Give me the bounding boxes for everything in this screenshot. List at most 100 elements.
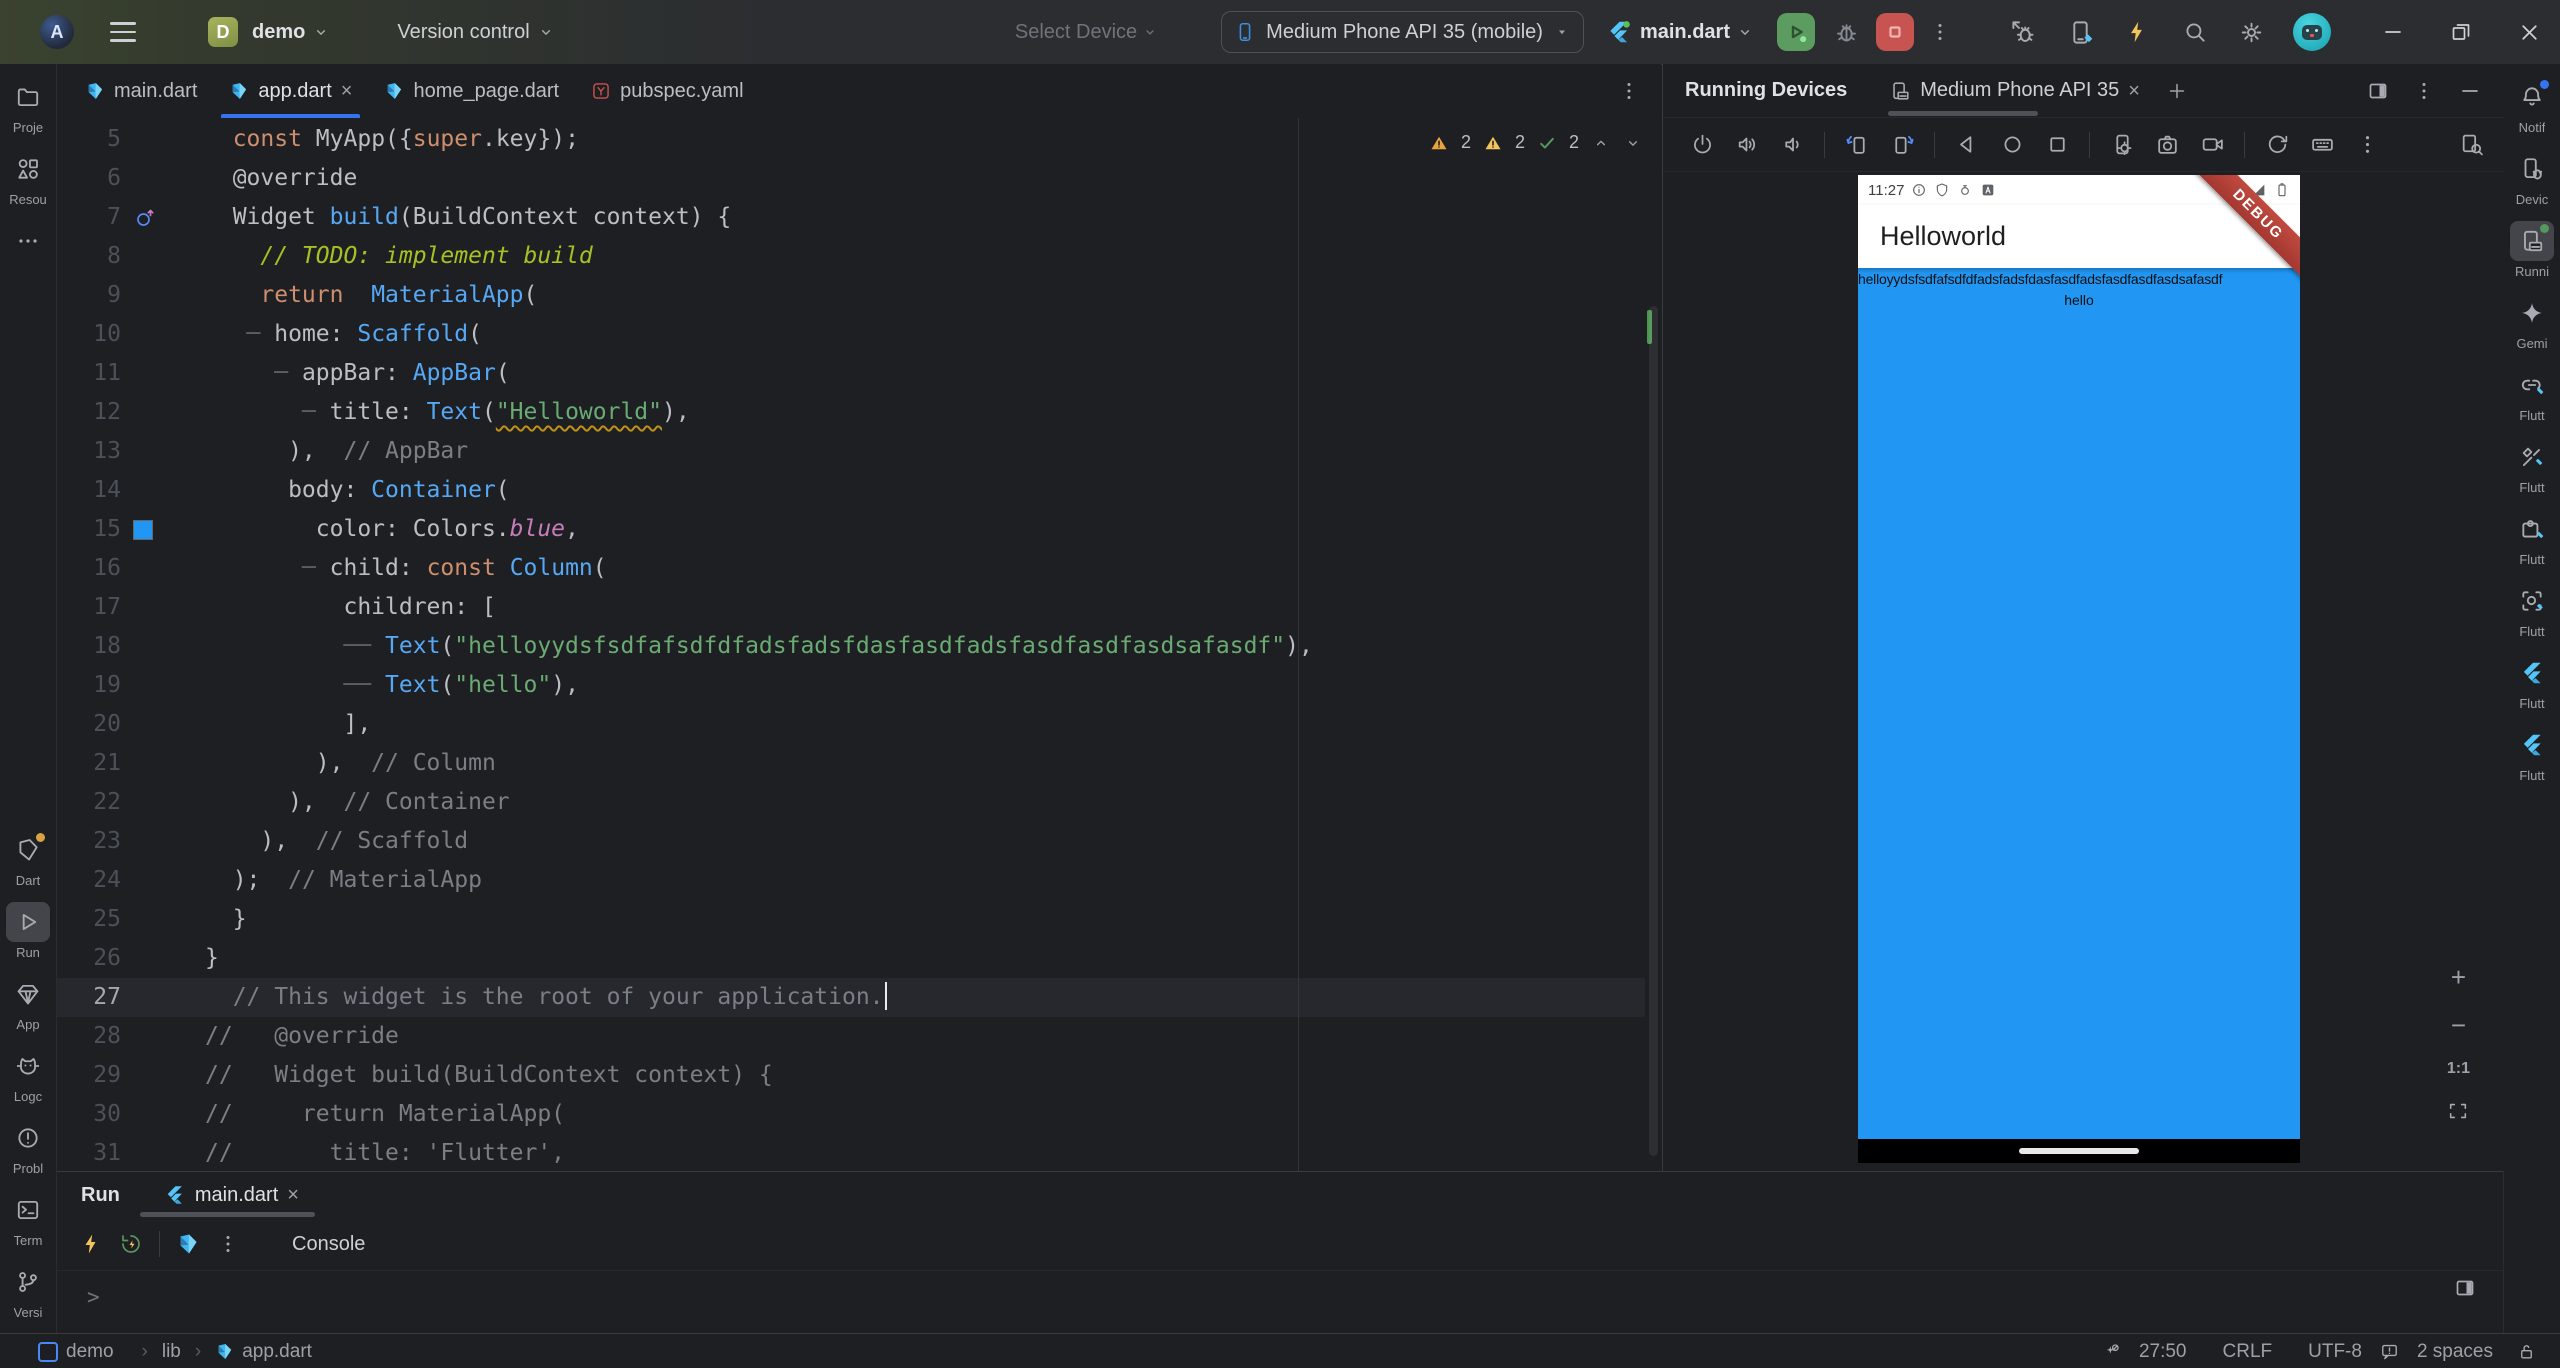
- stripe-item-flutt[interactable]: Flutt: [2510, 365, 2554, 423]
- stripe-item-app[interactable]: App: [6, 974, 50, 1032]
- gutter-line[interactable]: 30: [57, 1095, 205, 1134]
- back-icon[interactable]: [1948, 126, 1986, 164]
- stripe-item-runni[interactable]: Runni: [2510, 221, 2554, 279]
- project-menu[interactable]: demo: [252, 21, 305, 44]
- tab-options-icon[interactable]: [1617, 79, 1641, 103]
- gutter-line[interactable]: 27: [57, 978, 205, 1017]
- next-problem-icon[interactable]: [1623, 133, 1643, 153]
- stripe-item-gemi[interactable]: Gemi: [2510, 293, 2554, 351]
- avatar[interactable]: [2293, 13, 2331, 51]
- caret-position[interactable]: 27:50: [2139, 1341, 2187, 1363]
- power-icon[interactable]: [1683, 126, 1721, 164]
- device-selector[interactable]: Medium Phone API 35 (mobile): [1221, 11, 1584, 53]
- gutter-line[interactable]: 17: [57, 588, 205, 627]
- overview-icon[interactable]: [2038, 126, 2076, 164]
- console-area[interactable]: >: [57, 1271, 2503, 1334]
- inspections-widget[interactable]: 2 2 2: [1429, 132, 1643, 153]
- panel-options-icon[interactable]: [2412, 79, 2436, 103]
- keyboard-icon[interactable]: [2303, 126, 2341, 164]
- debug-button[interactable]: [1833, 19, 1860, 46]
- zoom-in-button[interactable]: +: [2451, 964, 2466, 990]
- stripe-item-versi[interactable]: Versi: [6, 1262, 50, 1320]
- inspection-highlight-icon[interactable]: [2380, 1342, 2399, 1361]
- maximize-icon[interactable]: [2449, 20, 2473, 44]
- editor-gutter[interactable]: 5678910111213141516171819202122232425262…: [57, 120, 205, 1171]
- close-tab-icon[interactable]: ×: [341, 81, 353, 101]
- dart-dev-tools-icon[interactable]: [176, 1232, 200, 1256]
- editor-scrollbar[interactable]: [1647, 128, 1659, 1168]
- gutter-line[interactable]: 6: [57, 159, 205, 198]
- hot-reload-bolt-icon[interactable]: [2124, 19, 2150, 45]
- screenshot-icon[interactable]: [2148, 126, 2186, 164]
- home-indicator[interactable]: [2019, 1148, 2139, 1154]
- vcs-menu[interactable]: Version control: [397, 21, 529, 44]
- layout-split-icon[interactable]: [2366, 79, 2390, 103]
- settings-gear-icon[interactable]: [2238, 19, 2265, 46]
- console-label[interactable]: Console: [292, 1233, 365, 1256]
- stripe-item-flutt[interactable]: Flutt: [2510, 581, 2554, 639]
- fit-screen-icon[interactable]: [2447, 1100, 2469, 1122]
- zoom-reset-button[interactable]: 1:1: [2447, 1060, 2470, 1078]
- tab-main-dart[interactable]: main.dart: [69, 64, 213, 118]
- minimize-icon[interactable]: [2381, 20, 2405, 44]
- gutter-line[interactable]: 28: [57, 1017, 205, 1056]
- gutter-line[interactable]: 12: [57, 393, 205, 432]
- breadcrumb-file[interactable]: app.dart: [215, 1341, 312, 1363]
- volume-down-icon[interactable]: [1773, 126, 1811, 164]
- run-options-icon[interactable]: [216, 1232, 240, 1256]
- stripe-item-run[interactable]: Run: [6, 902, 50, 960]
- chevron-down-icon[interactable]: [1141, 23, 1159, 41]
- chevron-down-icon[interactable]: [311, 22, 331, 42]
- hide-panel-icon[interactable]: [2458, 79, 2482, 103]
- gutter-line[interactable]: 5: [57, 120, 205, 159]
- select-device-label[interactable]: Select Device: [1015, 21, 1137, 44]
- hot-restart-icon[interactable]: [119, 1232, 143, 1256]
- gutter-line[interactable]: 11: [57, 354, 205, 393]
- gutter-line[interactable]: 10: [57, 315, 205, 354]
- stripe-item-more[interactable]: [6, 221, 50, 261]
- tab-app-dart[interactable]: app.dart ×: [213, 64, 368, 118]
- emulator-screen[interactable]: 11:27 3G Helloworld helloyydsfsdfafsdfdf…: [1858, 175, 2300, 1163]
- stripe-item-term[interactable]: Term: [6, 1190, 50, 1248]
- profiler-icon[interactable]: [2067, 19, 2094, 46]
- stripe-item-flutt[interactable]: Flutt: [2510, 653, 2554, 711]
- gutter-line[interactable]: 8: [57, 237, 205, 276]
- close-device-tab-icon[interactable]: ×: [2128, 81, 2140, 101]
- indent-setting[interactable]: 2 spaces: [2417, 1341, 2493, 1363]
- unlock-icon[interactable]: [2517, 1342, 2536, 1361]
- gutter-line[interactable]: 7: [57, 198, 205, 237]
- run-configuration[interactable]: main.dart: [1640, 21, 1730, 44]
- gutter-line[interactable]: 9: [57, 276, 205, 315]
- stripe-item-dart[interactable]: Dart: [6, 830, 50, 888]
- breadcrumb-project[interactable]: demo: [38, 1341, 114, 1363]
- gutter-line[interactable]: 31: [57, 1134, 205, 1171]
- chevron-down-icon[interactable]: [536, 22, 556, 42]
- prev-problem-icon[interactable]: [1591, 133, 1611, 153]
- close-icon[interactable]: [2517, 20, 2542, 45]
- gutter-line[interactable]: 22: [57, 783, 205, 822]
- zoom-out-button[interactable]: −: [2451, 1012, 2466, 1038]
- stop-button[interactable]: [1876, 13, 1914, 51]
- device-tab[interactable]: Medium Phone API 35 ×: [1889, 64, 2140, 117]
- project-badge[interactable]: D: [208, 17, 238, 47]
- run-tab-main-dart[interactable]: main.dart ×: [164, 1184, 299, 1207]
- main-menu-icon[interactable]: [110, 22, 136, 42]
- search-icon[interactable]: [2182, 19, 2208, 45]
- stripe-item-resou[interactable]: Resou: [6, 149, 50, 207]
- file-encoding[interactable]: UTF-8: [2308, 1341, 2362, 1363]
- volume-up-icon[interactable]: [1728, 126, 1766, 164]
- gutter-line[interactable]: 21: [57, 744, 205, 783]
- gutter-line[interactable]: 29: [57, 1056, 205, 1095]
- chevron-down-icon[interactable]: [1735, 22, 1755, 42]
- more-actions-icon[interactable]: [1928, 20, 1952, 44]
- gutter-line[interactable]: 14: [57, 471, 205, 510]
- gutter-line[interactable]: 19: [57, 666, 205, 705]
- home-icon[interactable]: [1993, 126, 2031, 164]
- override-icon[interactable]: [133, 206, 157, 230]
- stripe-item-devic[interactable]: Devic: [2510, 149, 2554, 207]
- screen-record-icon[interactable]: [2193, 126, 2231, 164]
- more-vertical-icon[interactable]: [2348, 126, 2386, 164]
- gutter-line[interactable]: 26: [57, 939, 205, 978]
- scrollbar-thumb[interactable]: [1649, 306, 1658, 1156]
- stripe-item-flutt[interactable]: Flutt: [2510, 509, 2554, 567]
